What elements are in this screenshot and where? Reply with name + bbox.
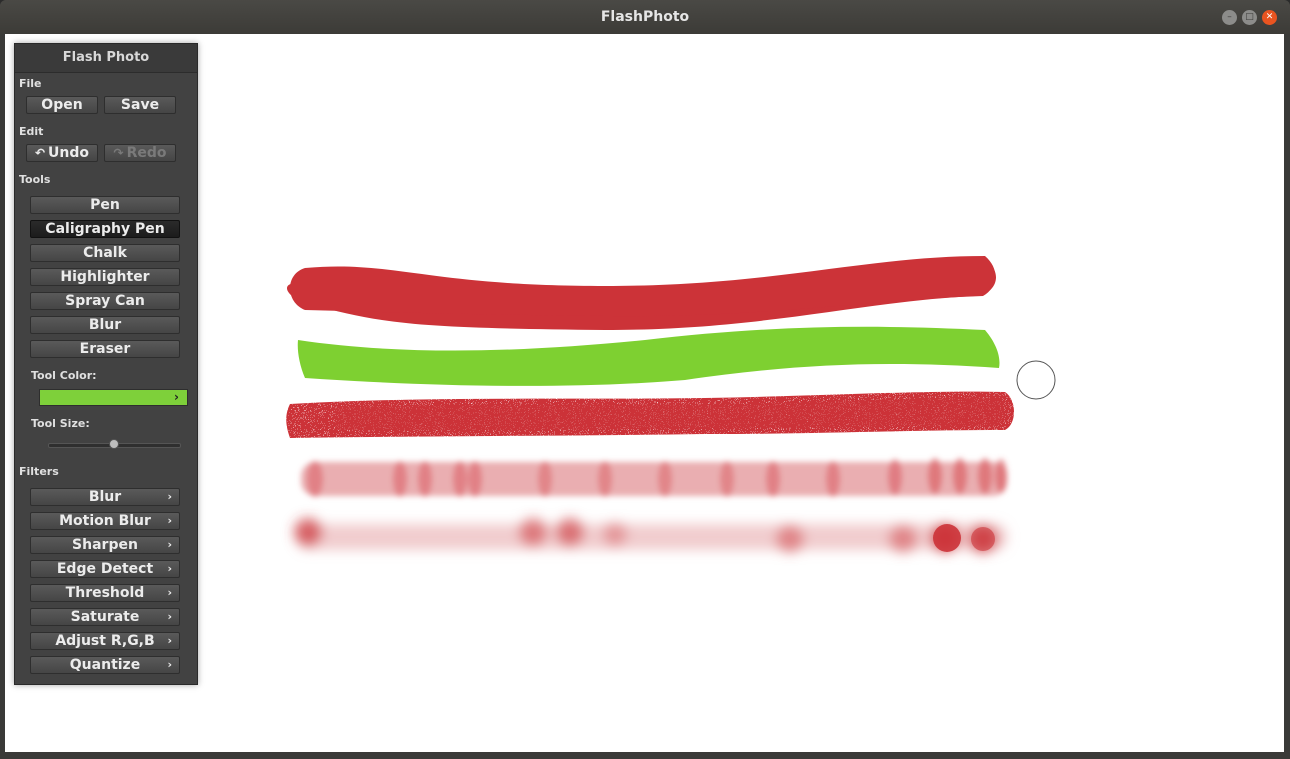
- spray-dot: [971, 527, 995, 551]
- filter-motion-blur-button[interactable]: Motion Blur ›: [30, 512, 180, 530]
- filter-quantize-button[interactable]: Quantize ›: [30, 656, 180, 674]
- filters-section-label: Filters: [19, 465, 59, 478]
- chevron-right-icon: ›: [174, 390, 179, 404]
- filter-threshold-button[interactable]: Threshold ›: [30, 584, 180, 602]
- redo-button[interactable]: ↷ Redo: [104, 144, 176, 162]
- open-button[interactable]: Open: [26, 96, 98, 114]
- tool-highlighter-button[interactable]: Highlighter: [30, 268, 180, 286]
- green-calligraphy-stroke: [297, 326, 1000, 386]
- chevron-right-icon: ›: [167, 658, 172, 671]
- panel-title[interactable]: Flash Photo: [15, 44, 197, 73]
- filter-edge-detect-label: Edge Detect: [56, 561, 154, 577]
- red-pen-stroke-body: [290, 256, 996, 317]
- close-icon[interactable]: ✕: [1262, 10, 1277, 25]
- filter-threshold-label: Threshold: [65, 585, 145, 601]
- undo-button[interactable]: ↶ Undo: [26, 144, 98, 162]
- app-window: FlashPhoto – □ ✕ Flash Photo File Open S…: [0, 0, 1290, 759]
- control-panel: Flash Photo File Open Save Edit ↶ Undo ↷ R…: [14, 43, 198, 685]
- chevron-right-icon: ›: [167, 514, 172, 527]
- undo-label: Undo: [48, 145, 90, 161]
- title-bar[interactable]: FlashPhoto – □ ✕: [0, 0, 1290, 34]
- spray-can-stroke: [294, 518, 1007, 553]
- redo-icon: ↷: [113, 146, 124, 160]
- tool-size-slider-thumb[interactable]: [108, 439, 119, 449]
- tool-color-picker[interactable]: ›: [39, 389, 188, 406]
- spray-dot: [933, 524, 961, 552]
- filter-blur-button[interactable]: Blur ›: [30, 488, 180, 506]
- maximize-icon[interactable]: □: [1242, 10, 1257, 25]
- file-section-label: File: [19, 77, 42, 90]
- tool-chalk-button[interactable]: Chalk: [30, 244, 180, 262]
- redo-label: Redo: [126, 145, 167, 161]
- filter-blur-label: Blur: [88, 489, 122, 505]
- tool-color-label: Tool Color:: [31, 369, 97, 382]
- minimize-icon[interactable]: –: [1222, 10, 1237, 25]
- filter-adjust-rgb-label: Adjust R,G,B: [55, 633, 155, 649]
- chevron-right-icon: ›: [167, 538, 172, 551]
- window-title: FlashPhoto: [600, 9, 690, 25]
- chevron-right-icon: ›: [167, 610, 172, 623]
- chevron-right-icon: ›: [167, 562, 172, 575]
- highlighter-stroke: [301, 458, 1007, 497]
- tool-caligraphy-pen-button[interactable]: Caligraphy Pen: [30, 220, 180, 238]
- filter-edge-detect-button[interactable]: Edge Detect ›: [30, 560, 180, 578]
- filter-saturate-label: Saturate: [70, 609, 140, 625]
- edit-section-label: Edit: [19, 125, 44, 138]
- filter-adjust-rgb-button[interactable]: Adjust R,G,B ›: [30, 632, 180, 650]
- tool-pen-button[interactable]: Pen: [30, 196, 180, 214]
- tool-spray-can-button[interactable]: Spray Can: [30, 292, 180, 310]
- tools-section-label: Tools: [19, 173, 51, 186]
- brush-cursor-icon: [1016, 360, 1056, 400]
- tool-blur-button[interactable]: Blur: [30, 316, 180, 334]
- chevron-right-icon: ›: [167, 634, 172, 647]
- tool-eraser-button[interactable]: Eraser: [30, 340, 180, 358]
- filter-sharpen-button[interactable]: Sharpen ›: [30, 536, 180, 554]
- chevron-right-icon: ›: [167, 586, 172, 599]
- filter-motion-blur-label: Motion Blur: [59, 513, 151, 529]
- chevron-right-icon: ›: [167, 490, 172, 503]
- tool-size-label: Tool Size:: [31, 417, 90, 430]
- save-button[interactable]: Save: [104, 96, 176, 114]
- undo-icon: ↶: [34, 146, 46, 160]
- filter-saturate-button[interactable]: Saturate ›: [30, 608, 180, 626]
- filter-sharpen-label: Sharpen: [72, 537, 138, 553]
- filter-quantize-label: Quantize: [69, 657, 141, 673]
